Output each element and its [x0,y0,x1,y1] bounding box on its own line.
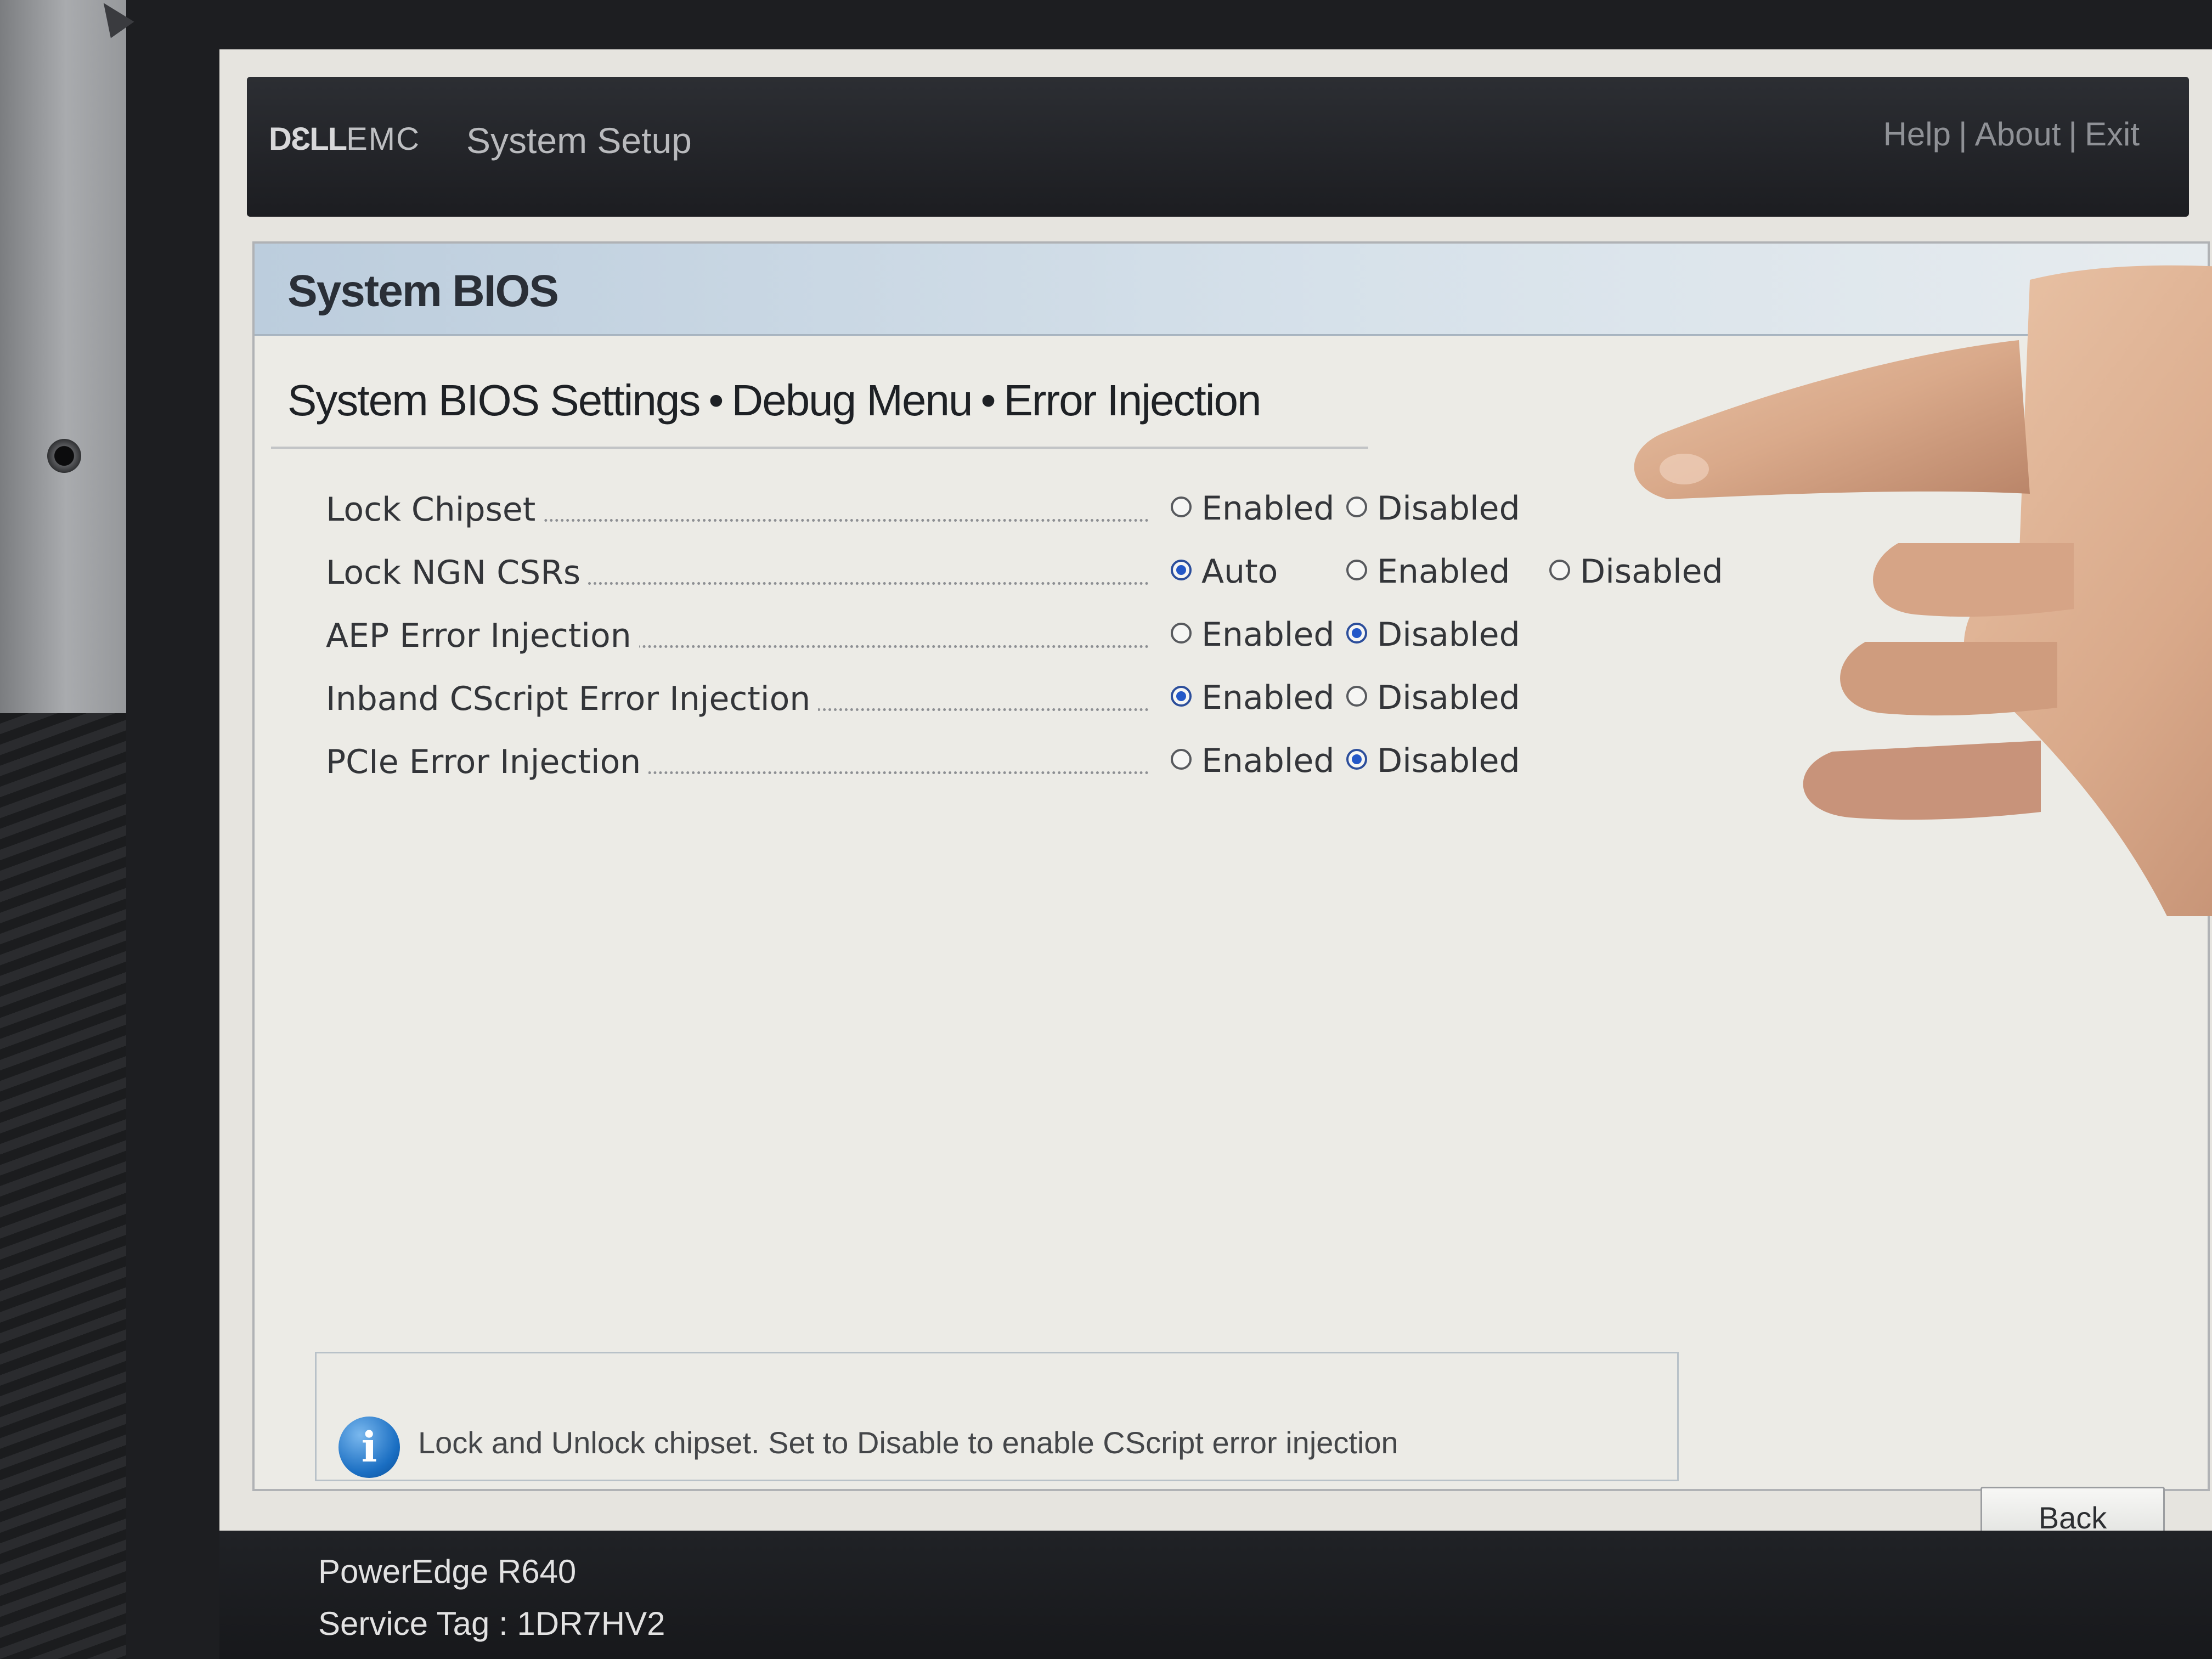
radio-button-icon [1171,686,1192,707]
setting-label: AEP Error Injection [326,617,639,655]
help-info-box: i Lock and Unlock chipset. Set to Disabl… [315,1352,1679,1481]
service-tag: Service Tag : 1DR7HV2 [318,1605,665,1642]
radio-button-icon [1171,623,1192,644]
divider [271,447,1368,449]
radio-label: Enabled [1201,616,1335,654]
bios-screen: DƐLLEMC System Setup Help | About | Exit Sys… [219,49,2212,1659]
radio-button-icon [1346,623,1367,644]
setting-label: Lock NGN CSRs [326,554,589,592]
help-text: Lock and Unlock chipset. Set to Disable … [418,1425,1398,1460]
radio-button-icon [1346,560,1367,581]
radio-button-icon [1346,686,1367,707]
page-title: System BIOS [287,266,559,316]
radio-button-icon [1346,496,1367,518]
radio-lock-chipset-enabled[interactable]: Enabled [1171,489,1334,528]
setting-label: PCIe Error Injection [326,743,649,781]
dell-emc-logo: DƐLLEMC [269,121,420,157]
radio-aep-enabled[interactable]: Enabled [1171,616,1334,654]
radio-button-icon [1171,749,1192,770]
help-link[interactable]: Help [1883,116,1951,153]
setting-label: Inband CScript Error Injection [326,680,819,718]
footer-bar: PowerEdge R640 Service Tag : 1DR7HV2 [219,1531,2212,1659]
top-header: DƐLLEMC System Setup Help | About | Exit [247,77,2189,217]
server-vent [0,713,126,1659]
screw [47,439,81,473]
radio-label: Enabled [1201,489,1335,528]
pointing-hand [1634,265,2212,916]
radio-button-icon [1171,496,1192,518]
breadcrumb: System BIOS Settings • Debug Menu • Error In… [287,375,1261,426]
radio-label: Enabled [1201,742,1335,780]
radio-label: Enabled [1201,679,1335,717]
exit-link[interactable]: Exit [2085,116,2140,153]
radio-button-icon [1171,560,1192,581]
radio-lock-ngn-auto[interactable]: Auto [1171,552,1278,591]
radio-button-icon [1346,749,1367,770]
system-model: PowerEdge R640 [318,1553,577,1590]
radio-pcie-enabled[interactable]: Enabled [1171,742,1334,780]
radio-inband-enabled[interactable]: Enabled [1171,679,1334,717]
app-title: System Setup [466,120,692,161]
breadcrumb-item: Error Injection [1003,376,1262,425]
link-separator: | [2068,116,2077,153]
breadcrumb-item: System BIOS Settings [287,376,701,425]
radio-label: Auto [1201,552,1278,591]
about-link[interactable]: About [1975,116,2061,153]
breadcrumb-separator: • [980,376,996,425]
breadcrumb-separator: • [708,376,724,425]
breadcrumb-item: Debug Menu [731,376,973,425]
top-links: Help | About | Exit [1883,115,2140,153]
link-separator: | [1958,116,1967,153]
info-icon: i [338,1417,400,1478]
setting-label: Lock Chipset [326,490,544,529]
